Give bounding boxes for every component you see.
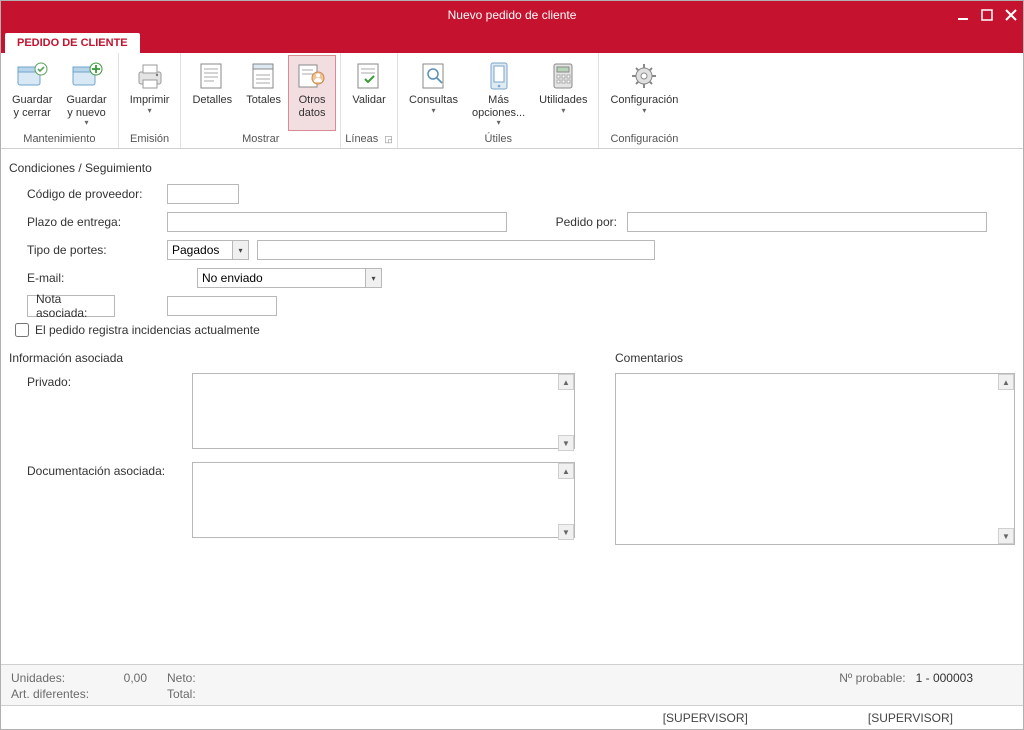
pedido-por-input[interactable] <box>627 212 987 232</box>
chevron-down-icon[interactable]: ▾ <box>365 269 381 287</box>
email-label: E-mail: <box>27 271 167 285</box>
plazo-entrega-label: Plazo de entrega: <box>27 215 167 229</box>
chevron-down-icon: ▾ <box>148 107 152 115</box>
incidencias-checkbox[interactable] <box>15 323 29 337</box>
chevron-down-icon: ▾ <box>561 107 565 115</box>
other-data-icon <box>296 60 328 92</box>
titlebar: Nuevo pedido de cliente <box>1 1 1023 29</box>
ribbon-tabstrip: PEDIDO DE CLIENTE <box>1 29 1023 53</box>
codigo-proveedor-label: Código de proveedor: <box>27 187 167 201</box>
ribbon-group-mostrar: Detalles Totales Otros datos Mostrar <box>181 53 341 148</box>
chevron-down-icon: ▾ <box>642 107 646 115</box>
form-content: Condiciones / Seguimiento Código de prov… <box>1 149 1023 664</box>
section-info-asociada: Información asociada <box>9 351 575 365</box>
ribbon-group-emision: Imprimir ▾ Emisión <box>119 53 182 148</box>
section-condiciones: Condiciones / Seguimiento <box>9 161 1015 175</box>
minimize-icon[interactable] <box>957 9 969 21</box>
probable-label: Nº probable: <box>839 671 905 701</box>
mas-opciones-button[interactable]: Más opciones... ▾ <box>465 55 532 131</box>
art-dif-label: Art. diferentes: <box>11 687 101 701</box>
codigo-proveedor-input[interactable] <box>167 184 239 204</box>
utilities-icon <box>547 60 579 92</box>
printer-icon <box>134 60 166 92</box>
tipo-portes-combo[interactable]: ▾ <box>167 240 249 260</box>
tipo-portes-extra-input[interactable] <box>257 240 655 260</box>
ribbon-group-mantenimiento: Guardar y cerrar Guardar y nuevo ▾ Mante… <box>1 53 119 148</box>
close-icon[interactable] <box>1005 9 1017 21</box>
section-comentarios: Comentarios <box>615 351 1015 365</box>
scroll-down-icon[interactable]: ▼ <box>998 528 1014 544</box>
statusbar: [SUPERVISOR] [SUPERVISOR] <box>1 705 1023 729</box>
detalles-button[interactable]: Detalles <box>185 55 239 131</box>
maximize-icon[interactable] <box>981 9 993 21</box>
status-user-right: [SUPERVISOR] <box>868 711 953 725</box>
nota-asociada-input[interactable] <box>167 296 277 316</box>
doc-asociada-label: Documentación asociada: <box>27 462 192 541</box>
email-combo[interactable]: ▾ <box>197 268 382 288</box>
more-options-icon <box>483 60 515 92</box>
queries-icon <box>418 60 450 92</box>
save-new-icon <box>71 60 103 92</box>
chevron-down-icon[interactable]: ▾ <box>232 241 248 259</box>
privado-label: Privado: <box>27 373 192 452</box>
details-icon <box>196 60 228 92</box>
configuracion-button[interactable]: Configuración ▾ <box>603 55 685 131</box>
nota-asociada-button[interactable]: Nota asociada: <box>27 295 115 317</box>
chevron-down-icon: ▾ <box>85 119 89 127</box>
unidades-value: 0,00 <box>107 671 147 685</box>
window-title: Nuevo pedido de cliente <box>448 8 577 22</box>
ribbon-group-lineas: Validar Líneas◲ <box>341 53 398 148</box>
plazo-entrega-input[interactable] <box>167 212 507 232</box>
privado-textarea[interactable] <box>192 373 575 449</box>
scroll-down-icon[interactable]: ▼ <box>558 435 574 451</box>
guardar-nuevo-button[interactable]: Guardar y nuevo ▾ <box>59 55 113 131</box>
scroll-down-icon[interactable]: ▼ <box>558 524 574 540</box>
imprimir-button[interactable]: Imprimir ▾ <box>123 55 177 131</box>
app-window: Nuevo pedido de cliente PEDIDO DE CLIENT… <box>0 0 1024 730</box>
utilidades-button[interactable]: Utilidades ▾ <box>532 55 594 131</box>
ribbon-group-utiles: Consultas ▾ Más opciones... ▾ Utilidades… <box>398 53 599 148</box>
scroll-up-icon[interactable]: ▲ <box>998 374 1014 390</box>
tipo-portes-label: Tipo de portes: <box>27 243 167 257</box>
window-controls <box>957 9 1023 21</box>
consultas-button[interactable]: Consultas ▾ <box>402 55 465 131</box>
gear-icon <box>628 60 660 92</box>
incidencias-label: El pedido registra incidencias actualmen… <box>35 323 260 337</box>
otros-datos-button[interactable]: Otros datos <box>288 55 336 131</box>
total-label: Total: <box>167 687 196 701</box>
totals-icon <box>248 60 280 92</box>
status-user-left: [SUPERVISOR] <box>663 711 748 725</box>
pedido-por-label: Pedido por: <box>507 215 627 229</box>
validate-icon <box>353 60 385 92</box>
guardar-cerrar-button[interactable]: Guardar y cerrar <box>5 55 59 131</box>
chevron-down-icon: ▾ <box>432 107 436 115</box>
unidades-label: Unidades: <box>11 671 101 685</box>
validar-button[interactable]: Validar <box>345 55 393 131</box>
scroll-up-icon[interactable]: ▲ <box>558 374 574 390</box>
doc-asociada-textarea[interactable] <box>192 462 575 538</box>
save-close-icon <box>16 60 48 92</box>
footer-summary: Unidades: 0,00 Art. diferentes: Neto: Tot… <box>1 664 1023 705</box>
comentarios-textarea[interactable] <box>615 373 1015 545</box>
scroll-up-icon[interactable]: ▲ <box>558 463 574 479</box>
ribbon: Guardar y cerrar Guardar y nuevo ▾ Mante… <box>1 53 1023 149</box>
dialog-launcher-icon[interactable]: ◲ <box>384 134 393 145</box>
probable-value: 1 - 000003 <box>916 671 973 701</box>
tab-pedido-cliente[interactable]: PEDIDO DE CLIENTE <box>5 33 140 53</box>
neto-label: Neto: <box>167 671 196 685</box>
totales-button[interactable]: Totales <box>239 55 288 131</box>
chevron-down-icon: ▾ <box>497 119 501 127</box>
ribbon-group-configuracion: Configuración ▾ Configuración <box>599 53 689 148</box>
